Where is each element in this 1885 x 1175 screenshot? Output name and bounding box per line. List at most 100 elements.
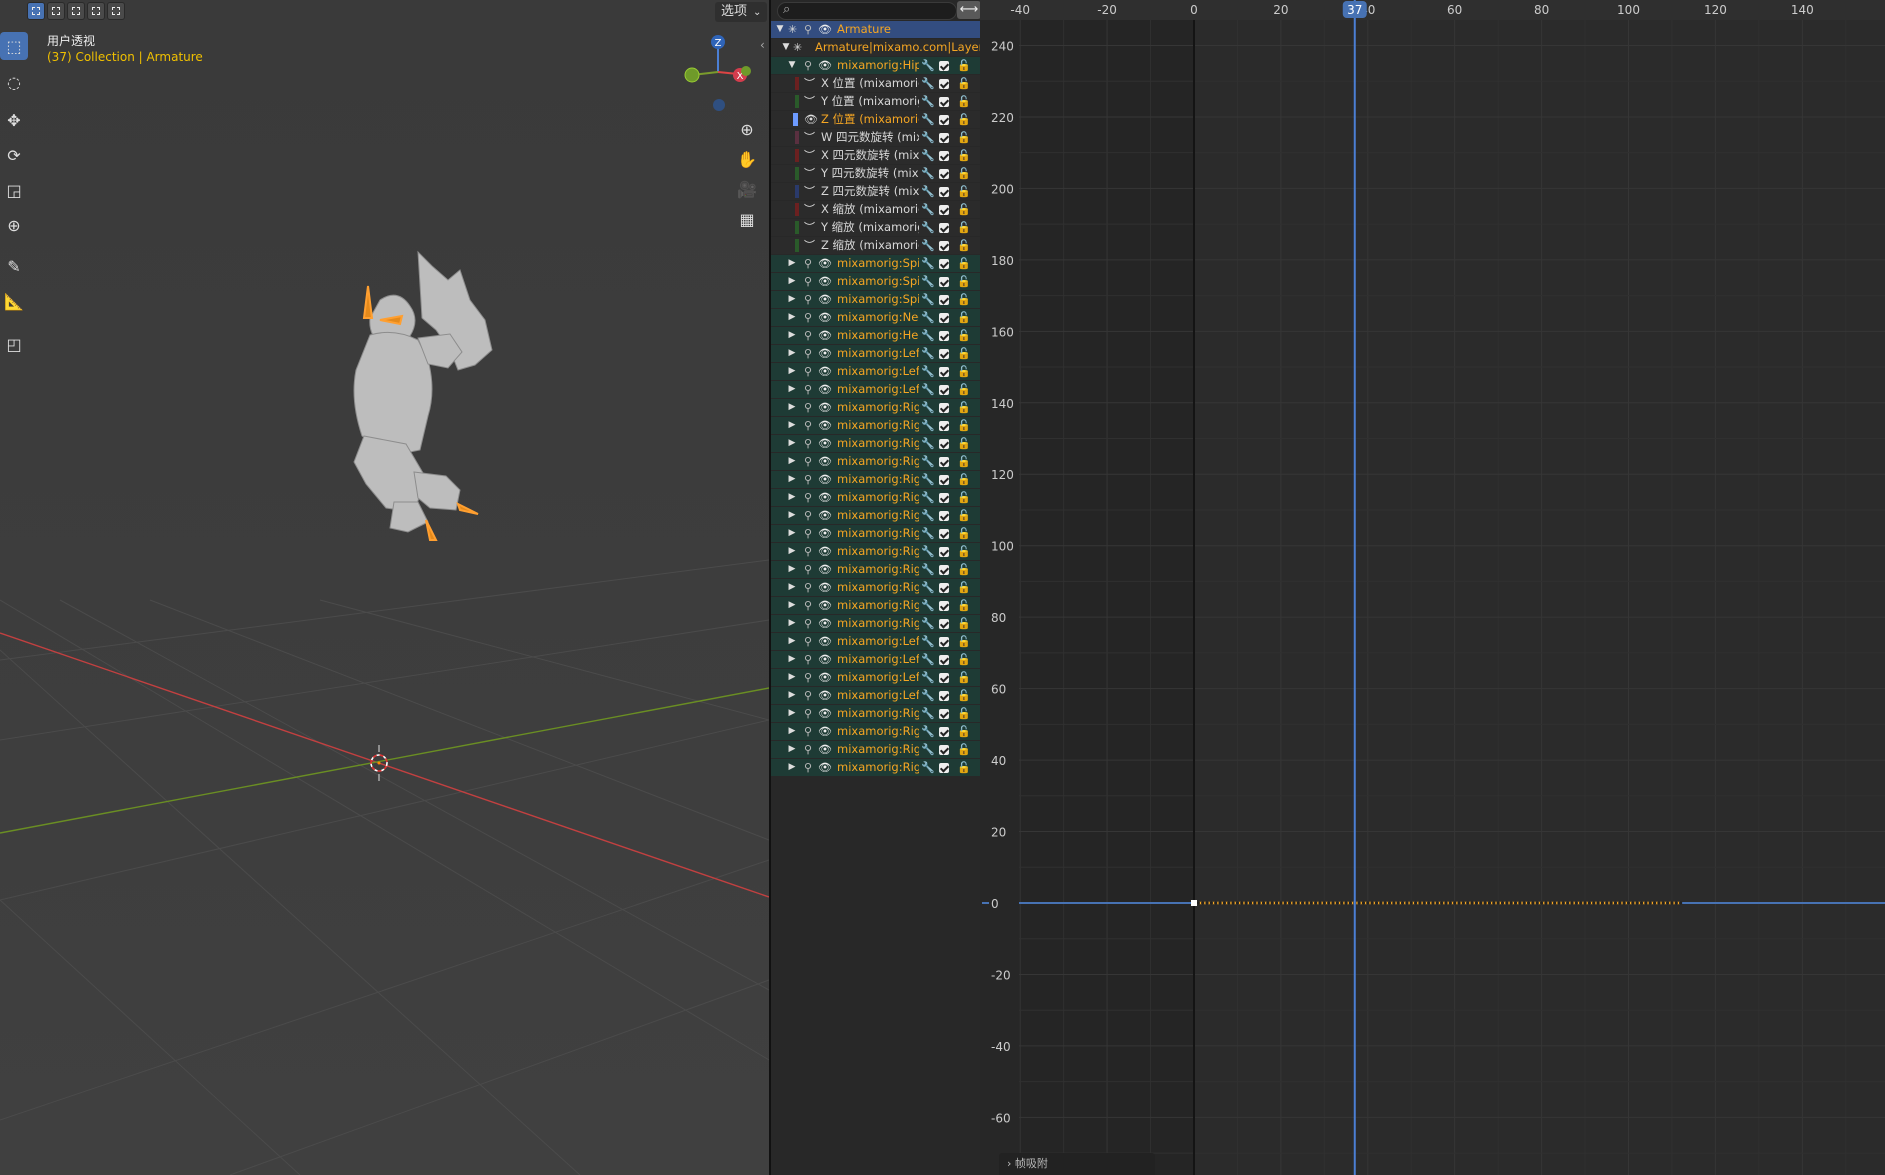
eye-icon[interactable]: 👁 bbox=[818, 633, 832, 650]
modifier-wrench-icon[interactable]: 🔧 bbox=[921, 345, 935, 362]
keyframe-point[interactable] bbox=[1244, 901, 1248, 905]
keyframe-point[interactable] bbox=[1240, 901, 1244, 905]
mute-checkbox[interactable] bbox=[939, 223, 949, 233]
mute-checkbox[interactable] bbox=[939, 655, 949, 665]
mute-checkbox[interactable] bbox=[939, 97, 949, 107]
bone-group-row[interactable]: ▶⚲👁mixamorig:Righ🔧🔓 bbox=[771, 741, 982, 758]
mute-checkbox[interactable] bbox=[939, 349, 949, 359]
keyframe-point[interactable] bbox=[1600, 901, 1605, 905]
keyframe-point[interactable] bbox=[1535, 901, 1539, 905]
measure-icon[interactable]: 📐 bbox=[0, 287, 28, 315]
keyframe-point[interactable] bbox=[1518, 901, 1522, 905]
zoom-icon[interactable]: ⊕ bbox=[733, 115, 761, 143]
modifier-wrench-icon[interactable]: 🔧 bbox=[921, 237, 935, 254]
keyframe-point[interactable] bbox=[1383, 901, 1387, 905]
mute-checkbox[interactable] bbox=[939, 583, 949, 593]
modifier-wrench-icon[interactable]: 🔧 bbox=[921, 615, 935, 632]
keyframe-point[interactable] bbox=[1505, 901, 1509, 905]
expand-triangle-icon[interactable]: ▶ bbox=[787, 723, 797, 740]
graph-canvas[interactable]: 240220200180160140120100806040200-20-40-… bbox=[980, 0, 1885, 1175]
keyframe-point[interactable] bbox=[1261, 901, 1266, 905]
eye-icon[interactable]: 👁 bbox=[818, 705, 832, 722]
lock-icon[interactable]: 🔓 bbox=[957, 165, 971, 182]
pin-icon[interactable]: ⚲ bbox=[804, 291, 812, 308]
lock-icon[interactable]: 🔓 bbox=[957, 327, 971, 344]
modifier-wrench-icon[interactable]: 🔧 bbox=[921, 363, 935, 380]
lock-icon[interactable]: 🔓 bbox=[957, 255, 971, 272]
pin-icon[interactable]: ⚲ bbox=[804, 471, 812, 488]
keyframe-point[interactable] bbox=[1266, 901, 1270, 905]
pin-icon[interactable]: ⚲ bbox=[804, 507, 812, 524]
keyframe-point[interactable] bbox=[1318, 901, 1322, 905]
cursor-icon[interactable]: ◌ bbox=[0, 68, 28, 96]
bone-group-row[interactable]: ▶⚲👁mixamorig:Righ🔧🔓 bbox=[771, 723, 982, 740]
bone-group-row[interactable]: ▶⚲👁mixamorig:Righ🔧🔓 bbox=[771, 543, 982, 560]
annotate-icon[interactable]: ✎ bbox=[0, 252, 28, 280]
keyframe-point[interactable] bbox=[1592, 901, 1596, 905]
keyframe-point[interactable] bbox=[1287, 901, 1292, 905]
eye-icon[interactable]: 👁 bbox=[818, 309, 832, 326]
keyframe-point[interactable] bbox=[1418, 901, 1422, 905]
modifier-wrench-icon[interactable]: 🔧 bbox=[921, 129, 935, 146]
keyframe-point[interactable] bbox=[1652, 901, 1657, 905]
bone-group-row[interactable]: ▶⚲👁mixamorig:Righ🔧🔓 bbox=[771, 705, 982, 722]
expand-triangle-icon[interactable]: ▶ bbox=[787, 633, 797, 650]
rotate-icon[interactable]: ⟳ bbox=[0, 141, 28, 169]
eye-icon[interactable]: 👁 bbox=[818, 57, 832, 74]
mute-checkbox[interactable] bbox=[939, 745, 949, 755]
modifier-wrench-icon[interactable]: 🔧 bbox=[921, 57, 935, 74]
bone-group-row[interactable]: ▶⚲👁mixamorig:Righ🔧🔓 bbox=[771, 399, 982, 416]
pin-icon[interactable]: ⚲ bbox=[804, 57, 812, 74]
mute-checkbox[interactable] bbox=[939, 79, 949, 89]
bone-group-row[interactable]: ▶⚲👁mixamorig:Righ🔧🔓 bbox=[771, 507, 982, 524]
keyframe-point[interactable] bbox=[1253, 901, 1257, 905]
expand-triangle-icon[interactable]: ▶ bbox=[787, 525, 797, 542]
keyframe-point[interactable] bbox=[1605, 901, 1609, 905]
eye-icon[interactable]: 👁 bbox=[818, 687, 832, 704]
modifier-wrench-icon[interactable]: 🔧 bbox=[921, 165, 935, 182]
expand-triangle-icon[interactable]: ▶ bbox=[787, 579, 797, 596]
keyframe-point[interactable] bbox=[1670, 901, 1674, 905]
mute-checkbox[interactable] bbox=[939, 61, 949, 71]
expand-triangle-icon[interactable]: ▶ bbox=[787, 507, 797, 524]
expand-triangle-icon[interactable]: ▼ bbox=[781, 39, 791, 56]
eye-icon[interactable]: 👁 bbox=[818, 759, 832, 776]
keyframe-point[interactable] bbox=[1531, 901, 1535, 905]
keyframe-point[interactable] bbox=[1522, 901, 1526, 905]
keyframe-point[interactable] bbox=[1314, 901, 1318, 905]
pin-icon[interactable]: ⚲ bbox=[804, 741, 812, 758]
keyframe-point[interactable] bbox=[1422, 901, 1426, 905]
channel-row[interactable]: ︶ X 四元数旋转 (mixa 🔧 🔓 bbox=[771, 147, 982, 164]
eye-icon[interactable]: 👁 bbox=[818, 453, 832, 470]
pin-icon[interactable]: ⚲ bbox=[804, 759, 812, 776]
modifier-wrench-icon[interactable]: 🔧 bbox=[921, 489, 935, 506]
keyframe-point[interactable] bbox=[1444, 901, 1448, 905]
select-box-icon[interactable]: ⬚ bbox=[0, 32, 28, 60]
lock-icon[interactable]: 🔓 bbox=[957, 687, 971, 704]
lock-icon[interactable]: 🔓 bbox=[957, 273, 971, 290]
keyframe-point[interactable] bbox=[1427, 901, 1431, 905]
mute-checkbox[interactable] bbox=[939, 709, 949, 719]
channel-row[interactable]: ︶ Z 缩放 (mixamorig: 🔧 🔓 bbox=[771, 237, 982, 254]
lock-icon[interactable]: 🔓 bbox=[957, 237, 971, 254]
bone-group-row[interactable]: ▶⚲👁mixamorig:Righ🔧🔓 bbox=[771, 561, 982, 578]
bone-group-row[interactable]: ▶⚲👁mixamorig:LeftS🔧🔓 bbox=[771, 345, 982, 362]
mute-checkbox[interactable] bbox=[939, 619, 949, 629]
lock-icon[interactable]: 🔓 bbox=[957, 399, 971, 416]
mute-checkbox[interactable] bbox=[939, 547, 949, 557]
options-dropdown[interactable]: 选项 ⌄ bbox=[715, 2, 768, 22]
lock-icon[interactable]: 🔓 bbox=[957, 417, 971, 434]
bone-group-row[interactable]: ▶ ⚲ 👁 mixamorig:Leftl 🔧 🔓 bbox=[771, 651, 982, 668]
keyframe-point[interactable] bbox=[1613, 901, 1618, 905]
modifier-wrench-icon[interactable]: 🔧 bbox=[921, 327, 935, 344]
keyframe-point[interactable] bbox=[1357, 901, 1361, 905]
bone-group-row[interactable]: ▶⚲👁mixamorig:Righ🔧🔓 bbox=[771, 489, 982, 506]
keyframe-point[interactable] bbox=[1222, 901, 1227, 905]
expand-triangle-icon[interactable]: ▶ bbox=[787, 435, 797, 452]
bone-group-row[interactable]: ▶⚲👁mixamorig:Righ🔧🔓 bbox=[771, 615, 982, 632]
eye-icon[interactable]: 👁 bbox=[804, 111, 818, 128]
eye-icon[interactable]: 👁 bbox=[818, 363, 832, 380]
keyframe-point[interactable] bbox=[1631, 901, 1635, 905]
modifier-wrench-icon[interactable]: 🔧 bbox=[921, 435, 935, 452]
select-extend-icon[interactable] bbox=[47, 2, 65, 20]
